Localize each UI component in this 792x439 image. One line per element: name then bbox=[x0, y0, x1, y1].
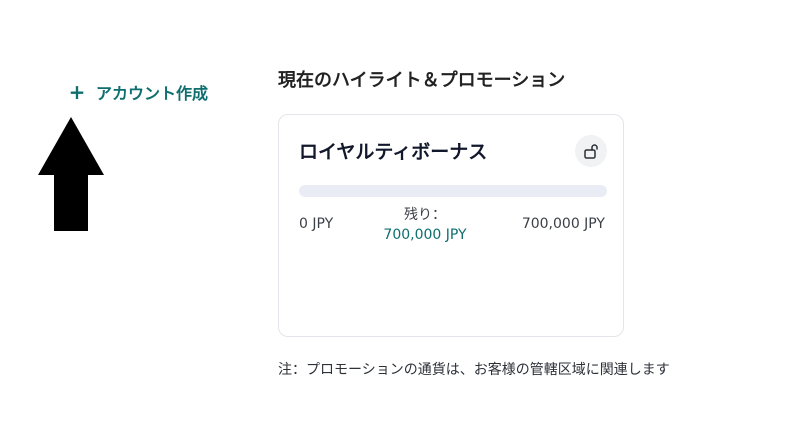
section-title: 現在のハイライト＆プロモーション bbox=[278, 70, 566, 91]
up-arrow-icon bbox=[38, 117, 104, 231]
page: + アカウント作成 現在のハイライト＆プロモーション ロイヤルティボーナス 0 … bbox=[0, 0, 792, 439]
card-title: ロイヤルティボーナス bbox=[299, 141, 488, 163]
remaining-block: 残り： 700,000 JPY bbox=[365, 205, 485, 245]
currency-note: 注：プロモーションの通貨は、お客様の管轄区域に関連します bbox=[278, 362, 670, 378]
plus-icon: + bbox=[68, 80, 86, 104]
remaining-label: 残り： bbox=[404, 207, 446, 223]
progress-bar bbox=[299, 185, 607, 197]
unlock-icon bbox=[584, 144, 598, 159]
range-max-label: 700,000 JPY bbox=[521, 216, 605, 232]
create-account-label: アカウント作成 bbox=[96, 84, 209, 103]
remaining-value: 700,000 JPY bbox=[383, 227, 467, 243]
loyalty-bonus-card: ロイヤルティボーナス 0 JPY 残り： 700,000 JPY 700,000… bbox=[278, 114, 624, 337]
create-account-link[interactable]: + アカウント作成 bbox=[68, 80, 208, 104]
lock-button[interactable] bbox=[575, 135, 607, 167]
range-min-label: 0 JPY bbox=[299, 216, 334, 232]
